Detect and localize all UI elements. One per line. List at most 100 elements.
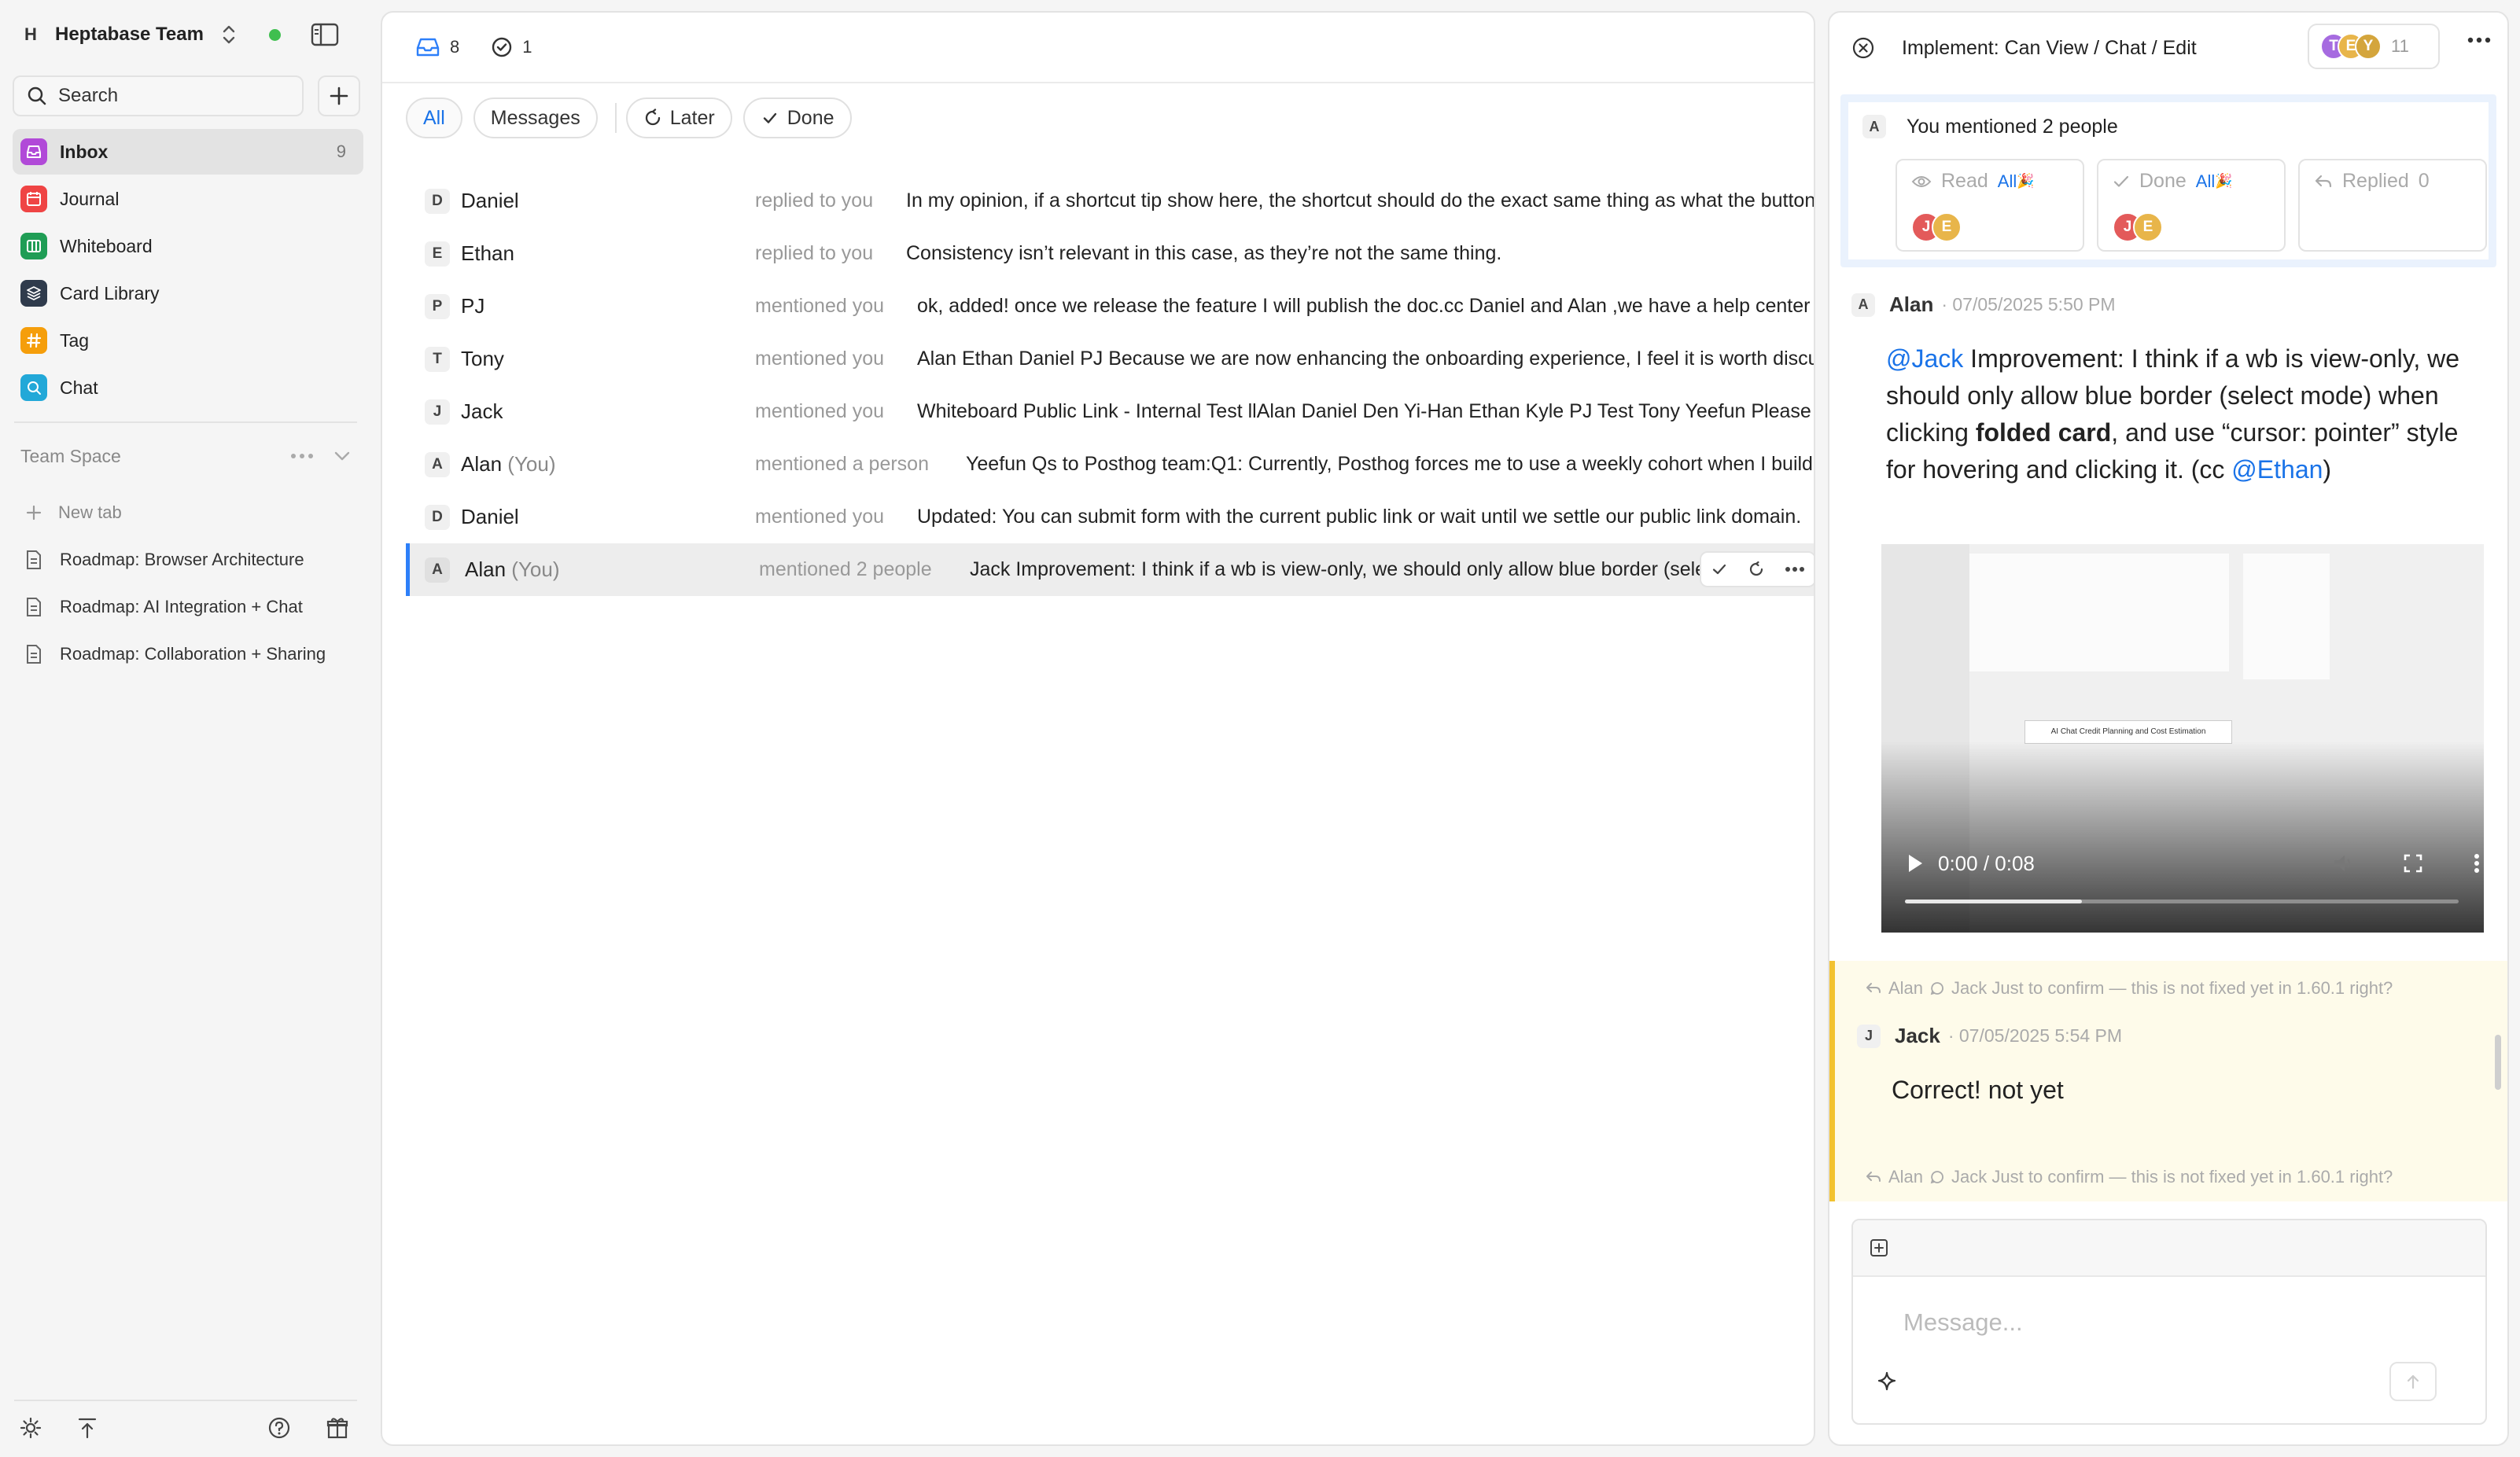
sender-name: Tony xyxy=(461,347,504,370)
list-item[interactable]: E Ethan replied to you Consistency isn’t… xyxy=(406,227,1814,280)
snooze-icon[interactable] xyxy=(1748,561,1765,578)
video-progress-bar[interactable] xyxy=(1905,900,2459,903)
reply-icon xyxy=(1866,1172,1881,1182)
reply-ref-text: Jack Just to confirm — this is not fixed… xyxy=(1951,978,2393,998)
video-time: 0:00 / 0:08 xyxy=(1938,851,2035,875)
gift-icon[interactable] xyxy=(326,1416,349,1440)
replied-count: 0 xyxy=(2418,170,2430,192)
tab-roadmap-browser[interactable]: Roadmap: Browser Architecture xyxy=(20,536,359,583)
sender-name: Daniel xyxy=(461,189,519,212)
list-item[interactable]: D Daniel mentioned you Updated: You can … xyxy=(406,491,1814,543)
member-avatars[interactable]: T E Y 11 xyxy=(2308,24,2440,69)
inbox-header: 8 1 xyxy=(382,13,1814,83)
sidebar-item-whiteboard[interactable]: Whiteboard xyxy=(13,223,363,269)
reply-reference[interactable]: Alan Jack Just to confirm — this is not … xyxy=(1865,978,2393,999)
replied-status-card[interactable]: Replied 0 xyxy=(2298,159,2487,252)
filter-later[interactable]: Later xyxy=(625,98,732,138)
mention-link[interactable]: @Ethan xyxy=(2231,455,2323,484)
document-icon xyxy=(27,645,41,664)
video-progress-fill xyxy=(1905,900,2083,903)
filter-later-label: Later xyxy=(669,106,715,129)
sparkle-icon[interactable] xyxy=(1875,1370,1899,1393)
sidebar-toggle-icon[interactable] xyxy=(311,23,339,46)
team-space-label: Team Space xyxy=(20,445,121,466)
reply-thread: Alan Jack Just to confirm — this is not … xyxy=(1829,961,2507,1151)
fullscreen-icon[interactable] xyxy=(2403,853,2423,874)
list-item[interactable]: T Tony mentioned you Alan Ethan Daniel P… xyxy=(406,333,1814,385)
row-actions xyxy=(1700,551,1814,587)
list-item[interactable]: P PJ mentioned you ok, added! once we re… xyxy=(406,280,1814,333)
avatar: A xyxy=(1862,115,1886,138)
done-all: All xyxy=(2195,171,2216,191)
check-icon xyxy=(2113,175,2129,187)
workspace-name[interactable]: Heptabase Team xyxy=(55,24,204,46)
done-status-card[interactable]: Done All 🎉 J E xyxy=(2097,159,2286,252)
post-time: · 07/05/2025 5:50 PM xyxy=(1941,294,2116,315)
replied-label: Replied xyxy=(2342,170,2409,192)
close-icon[interactable] xyxy=(1851,36,1875,60)
sender-name: Alan (You) xyxy=(465,557,560,581)
team-space-header[interactable]: Team Space xyxy=(20,440,351,472)
chevron-down-icon[interactable] xyxy=(333,451,351,462)
mention-link[interactable]: @Jack xyxy=(1886,344,1963,373)
sidebar-item-journal[interactable]: Journal xyxy=(13,176,363,222)
read-status-card[interactable]: Read All 🎉 J E xyxy=(1896,159,2084,252)
settings-icon[interactable] xyxy=(19,1416,42,1440)
sidebar-item-chat[interactable]: Chat xyxy=(13,365,363,410)
add-button[interactable] xyxy=(318,75,360,116)
filter-done-label: Done xyxy=(787,106,834,129)
tab-roadmap-ai[interactable]: Roadmap: AI Integration + Chat xyxy=(20,583,359,631)
message-input[interactable]: Message... xyxy=(1903,1308,2023,1337)
new-tab-button[interactable]: New tab xyxy=(20,489,359,536)
chevron-up-down-icon[interactable] xyxy=(220,23,238,46)
sender-name: Daniel xyxy=(461,505,519,528)
reply-reference[interactable]: Alan Jack Just to confirm — this is not … xyxy=(1865,1167,2393,1187)
list-item-selected[interactable]: A Alan (You) mentioned 2 people Jack Imp… xyxy=(406,543,1814,596)
video-menu-icon[interactable] xyxy=(2474,853,2480,874)
insert-block-icon[interactable] xyxy=(1869,1238,1889,1258)
avatar: T xyxy=(425,346,450,372)
tab-roadmap-collab[interactable]: Roadmap: Collaboration + Sharing xyxy=(20,631,359,678)
play-icon[interactable] xyxy=(1907,853,1924,874)
more-icon[interactable] xyxy=(289,452,315,460)
list-item[interactable]: A Alan (You) mentioned a person Yeefun Q… xyxy=(406,438,1814,491)
sidebar-item-inbox[interactable]: Inbox 9 xyxy=(13,129,363,175)
sidebar-item-tag[interactable]: Tag xyxy=(13,318,363,363)
reply-icon xyxy=(2315,175,2332,187)
sidebar: H Heptabase Team Search Inbox 9 Journal … xyxy=(0,0,374,1457)
inbox-tab[interactable]: 8 xyxy=(415,36,459,58)
send-button[interactable] xyxy=(2389,1362,2437,1401)
scrollbar[interactable] xyxy=(2495,1035,2501,1090)
reply-ref-author: Alan xyxy=(1888,978,1924,998)
help-icon[interactable] xyxy=(267,1416,291,1440)
list-item[interactable]: D Daniel replied to you In my opinion, i… xyxy=(406,175,1814,227)
workspace-switcher[interactable]: H Heptabase Team xyxy=(17,16,363,53)
member-count: 11 xyxy=(2391,36,2409,56)
mark-done-icon[interactable] xyxy=(1711,561,1728,578)
message-composer: Message... xyxy=(1851,1219,2487,1425)
done-tab-count: 1 xyxy=(522,37,532,57)
message-action: mentioned you xyxy=(755,295,885,317)
filter-messages[interactable]: Messages xyxy=(473,98,598,138)
whiteboard-icon xyxy=(20,233,47,259)
upload-icon[interactable] xyxy=(77,1416,98,1440)
tabs-list: New tab Roadmap: Browser Architecture Ro… xyxy=(20,489,359,678)
reply-ref-author: Alan xyxy=(1888,1167,1924,1187)
avatar: Y xyxy=(2355,33,2382,60)
filter-all[interactable]: All xyxy=(406,98,462,138)
avatar: A xyxy=(1851,293,1875,317)
inbox-filters: All Messages Later Done xyxy=(406,98,863,138)
avatar: A xyxy=(425,557,450,583)
search-input[interactable]: Search xyxy=(13,75,304,116)
filter-done[interactable]: Done xyxy=(742,98,852,138)
list-item[interactable]: J Jack mentioned you Whiteboard Public L… xyxy=(406,385,1814,438)
done-tab[interactable]: 1 xyxy=(491,36,532,58)
sidebar-item-card-library[interactable]: Card Library xyxy=(13,270,363,316)
more-icon[interactable] xyxy=(2467,36,2492,44)
volume-icon[interactable] xyxy=(2332,853,2356,874)
video-player[interactable]: AI Chat Credit Planning and Cost Estimat… xyxy=(1881,544,2484,933)
message-action: mentioned you xyxy=(755,506,885,528)
sidebar-divider xyxy=(14,421,357,423)
more-icon[interactable] xyxy=(1785,566,1805,572)
sidebar-item-label: Journal xyxy=(60,188,120,209)
